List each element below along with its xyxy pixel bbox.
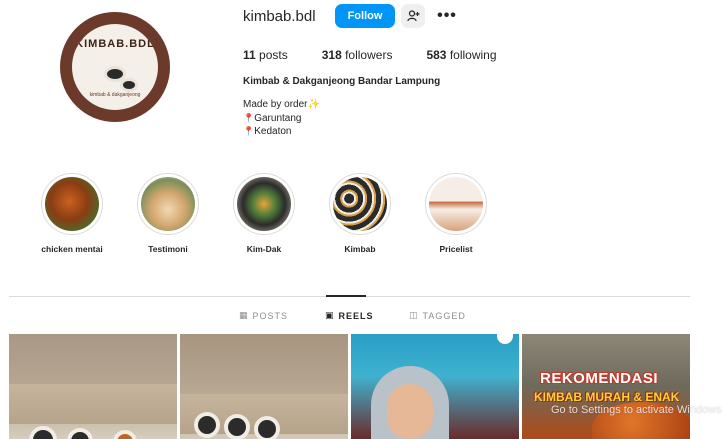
profile-bio: Made by order✨ 📍Garuntang 📍Kedaton xyxy=(243,98,320,139)
highlight-image xyxy=(141,177,195,231)
highlight-cover xyxy=(329,173,391,235)
add-user-icon xyxy=(406,10,419,22)
avatar-logo-subtext: kimbab & dakganjeong xyxy=(89,92,141,98)
story-highlight[interactable]: chicken mentai xyxy=(32,173,112,254)
kimbab-roll-icon xyxy=(194,412,220,438)
posts-count: 11 xyxy=(243,48,256,62)
following-count: 583 xyxy=(426,48,447,62)
highlight-label: Testimoni xyxy=(148,244,188,254)
promo-title: REKOMENDASI xyxy=(540,370,659,387)
active-tab-indicator xyxy=(326,295,366,297)
suggested-users-button[interactable] xyxy=(401,4,425,28)
reel-thumbnail[interactable]: REKOMENDASI KIMBAB MURAH & ENAK xyxy=(522,334,690,439)
reel-thumbnail[interactable] xyxy=(9,334,177,439)
tab-posts[interactable]: ▦ POSTS xyxy=(239,310,288,321)
followers-count: 318 xyxy=(321,48,342,62)
kimbab-roll-icon xyxy=(224,414,250,439)
story-highlight[interactable]: Testimoni xyxy=(128,173,208,254)
tab-tagged[interactable]: ◫ TAGGED xyxy=(409,310,466,321)
location-pin-icon: 📍 xyxy=(243,112,255,123)
follow-button[interactable]: Follow xyxy=(335,4,395,28)
posts-stat[interactable]: 11 posts xyxy=(243,48,288,62)
following-stat[interactable]: 583 following xyxy=(426,48,496,62)
reel-thumbnail[interactable] xyxy=(351,334,519,439)
highlight-label: chicken mentai xyxy=(41,244,103,254)
following-label: following xyxy=(449,48,497,62)
highlight-label: Kimbab xyxy=(344,244,376,254)
highlight-label: Kim-Dak xyxy=(246,244,282,254)
highlight-image xyxy=(45,177,99,231)
story-highlight[interactable]: Kimbab xyxy=(320,173,400,254)
bio-line: Made by order✨ xyxy=(243,98,320,112)
kimbab-roll-icon xyxy=(29,426,57,439)
highlight-cover xyxy=(233,173,295,235)
reels-icon: ▣ xyxy=(325,310,335,320)
chicken-piece xyxy=(113,430,137,439)
bio-text: Garuntang xyxy=(254,112,302,124)
story-highlight[interactable]: Pricelist xyxy=(416,173,496,254)
followers-label: followers xyxy=(345,48,393,62)
sparkle-icon: ✨ xyxy=(307,99,320,110)
bio-line: 📍Kedaton xyxy=(243,125,320,139)
avatar-logo-text: KIMBAB.BDL xyxy=(75,38,155,50)
activate-windows-watermark: Go to Settings to activate Windows. xyxy=(551,404,722,416)
story-highlight[interactable]: Kim-Dak xyxy=(224,173,304,254)
profile-stats: 11 posts 318 followers 583 following xyxy=(243,48,497,62)
avatar-logo: KIMBAB.BDL kimbab & dakganjeong xyxy=(72,24,158,110)
bio-text: Made by order xyxy=(243,99,308,110)
highlight-label: Pricelist xyxy=(439,244,473,254)
more-options-button[interactable]: ••• xyxy=(436,4,458,28)
tagged-icon: ◫ xyxy=(409,310,419,320)
promo-subtitle: KIMBAB MURAH & ENAK xyxy=(534,390,680,404)
reel-badge-icon xyxy=(497,334,513,344)
box-lid xyxy=(9,384,177,424)
location-pin-icon: 📍 xyxy=(243,126,255,136)
highlight-cover xyxy=(137,173,199,235)
kimbab-roll-icon xyxy=(67,428,93,439)
tab-label: TAGGED xyxy=(422,310,466,321)
reel-thumbnail[interactable] xyxy=(180,334,348,439)
bio-line: 📍Garuntang xyxy=(243,112,320,126)
highlight-image xyxy=(429,177,483,231)
tab-label: REELS xyxy=(338,310,374,321)
followers-stat[interactable]: 318 followers xyxy=(322,48,393,62)
kimbab-roll-icon xyxy=(254,416,280,439)
highlight-cover xyxy=(41,173,103,235)
person-face xyxy=(387,384,433,439)
more-dots-icon: ••• xyxy=(437,7,457,24)
grid-icon: ▦ xyxy=(239,310,249,320)
posts-label: posts xyxy=(259,48,288,62)
profile-avatar[interactable]: KIMBAB.BDL kimbab & dakganjeong xyxy=(60,12,170,122)
tab-label: POSTS xyxy=(252,310,289,321)
highlight-cover xyxy=(425,173,487,235)
highlight-image xyxy=(237,177,291,231)
profile-full-name: Kimbab & Dakganjeong Bandar Lampung xyxy=(243,76,441,87)
highlight-image xyxy=(333,177,387,231)
profile-username: kimbab.bdl xyxy=(243,8,316,25)
tab-reels[interactable]: ▣ REELS xyxy=(325,310,374,321)
bio-text: Kedaton xyxy=(254,126,292,137)
kimbab-roll-icon xyxy=(120,78,138,92)
